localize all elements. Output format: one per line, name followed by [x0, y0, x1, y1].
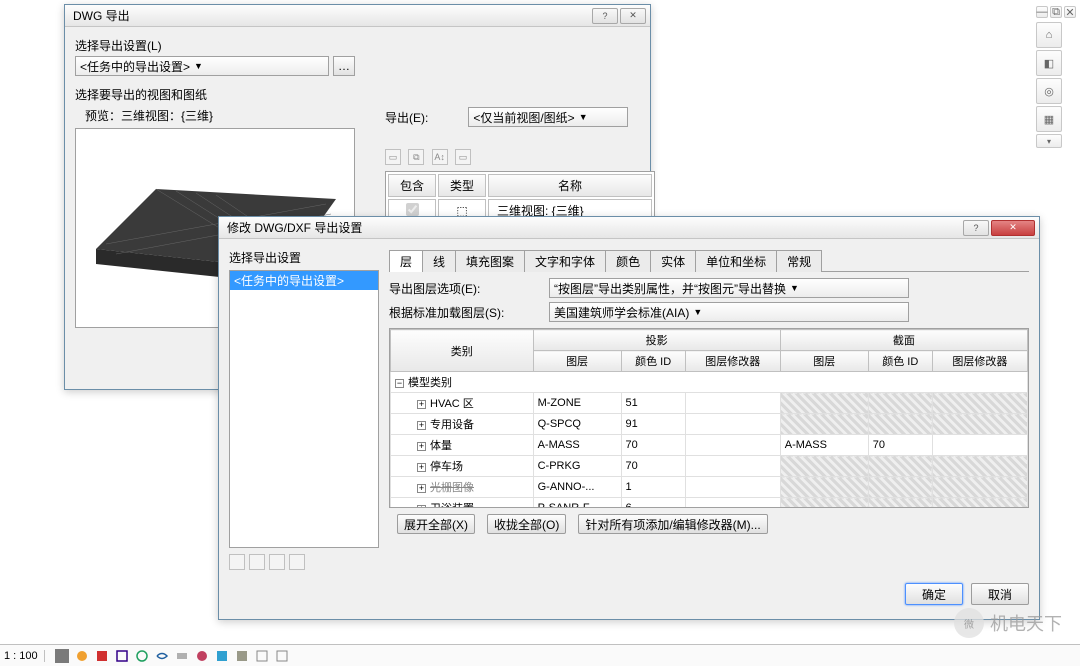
- graphic-display-icon[interactable]: [55, 649, 69, 663]
- crop-region-icon[interactable]: [135, 649, 149, 663]
- col-s-layer[interactable]: 图层: [780, 351, 868, 372]
- category-row[interactable]: +光栅图像G-ANNO-...1: [391, 477, 1028, 498]
- category-row[interactable]: +专用设备Q-SPCQ91: [391, 414, 1028, 435]
- standard-label: 根据标准加载图层(S):: [389, 304, 549, 321]
- new-set-icon[interactable]: ▭: [385, 149, 401, 165]
- chevron-down-icon: ▼: [579, 112, 588, 122]
- steering-wheel-icon[interactable]: ◎: [1036, 78, 1062, 104]
- ok-button[interactable]: 确定: [905, 583, 963, 605]
- tabs: 层 线 填充图案 文字和字体 颜色 实体 单位和坐标 常规: [389, 249, 1029, 272]
- layer-options-label: 导出图层选项(E):: [389, 280, 549, 297]
- colgroup-section[interactable]: 截面: [780, 330, 1027, 351]
- colgroup-projection[interactable]: 投影: [533, 330, 780, 351]
- tab-layers[interactable]: 层: [389, 250, 423, 272]
- chevron-down-icon: ▼: [194, 61, 203, 71]
- delete-icon[interactable]: [289, 554, 305, 570]
- icon-generic-1[interactable]: [255, 649, 269, 663]
- tab-solids[interactable]: 实体: [650, 250, 696, 272]
- export-scope-combo[interactable]: <仅当前视图/图纸> ▼: [468, 107, 628, 127]
- visual-style-icon[interactable]: [235, 649, 249, 663]
- category-group-row[interactable]: −模型类别: [391, 372, 1028, 393]
- help-button[interactable]: ?: [592, 8, 618, 24]
- edit-settings-button[interactable]: …: [333, 56, 355, 76]
- tab-lines[interactable]: 线: [422, 250, 456, 272]
- close-button[interactable]: ✕: [991, 220, 1035, 236]
- tab-general[interactable]: 常规: [776, 250, 822, 272]
- uncheck-all-icon[interactable]: ▭: [455, 149, 471, 165]
- close-button[interactable]: ✕: [620, 8, 646, 24]
- reveal-hidden-icon[interactable]: [175, 649, 189, 663]
- status-bar: 1 : 100: [0, 644, 1080, 666]
- col-s-mod[interactable]: 图层修改器: [932, 351, 1027, 372]
- nav-arrow-icon[interactable]: ▾: [1036, 134, 1062, 148]
- col-p-layer[interactable]: 图层: [533, 351, 621, 372]
- settings-toolbar: [229, 554, 385, 570]
- category-table-container: 类别 投影 截面 图层 颜色 ID 图层修改器 图层 颜色 ID 图层修改器: [389, 328, 1029, 508]
- standard-value: 美国建筑师学会标准(AIA): [554, 304, 689, 321]
- category-row[interactable]: +卫浴装置P-SANR-F...6: [391, 498, 1028, 509]
- col-p-color[interactable]: 颜色 ID: [621, 351, 685, 372]
- view-scale[interactable]: 1 : 100: [4, 650, 45, 662]
- render-icon[interactable]: [215, 649, 229, 663]
- copy-icon[interactable]: [249, 554, 265, 570]
- standard-combo[interactable]: 美国建筑师学会标准(AIA) ▼: [549, 302, 909, 322]
- new-icon[interactable]: [229, 554, 245, 570]
- rename-icon[interactable]: [269, 554, 285, 570]
- restore-icon[interactable]: ⧉: [1050, 6, 1062, 18]
- watermark: 微 机电天下: [954, 608, 1062, 638]
- sun-path-icon[interactable]: [75, 649, 89, 663]
- export-scope-value: <仅当前视图/图纸>: [473, 109, 574, 126]
- category-row[interactable]: +HVAC 区M-ZONE51: [391, 393, 1028, 414]
- dialog-title: DWG 导出: [73, 7, 590, 24]
- cancel-button[interactable]: 取消: [971, 583, 1029, 605]
- shadows-icon[interactable]: [95, 649, 109, 663]
- check-all-icon[interactable]: A↕: [432, 149, 448, 165]
- nav-pane-icon[interactable]: ▦: [1036, 106, 1062, 132]
- icon-generic-2[interactable]: [275, 649, 289, 663]
- select-views-label: 选择要导出的视图和图纸: [75, 86, 640, 103]
- category-table[interactable]: 类别 投影 截面 图层 颜色 ID 图层修改器 图层 颜色 ID 图层修改器: [390, 329, 1028, 508]
- tab-units[interactable]: 单位和坐标: [695, 250, 777, 272]
- settings-list-item[interactable]: <任务中的导出设置>: [230, 271, 378, 290]
- col-include[interactable]: 包含: [388, 174, 436, 197]
- col-type[interactable]: 类型: [438, 174, 486, 197]
- viewcube-icon[interactable]: ◧: [1036, 50, 1062, 76]
- category-row[interactable]: +体量A-MASS70A-MASS70: [391, 435, 1028, 456]
- preview-caption: 预览：三维视图：{三维}: [85, 107, 355, 124]
- include-checkbox: [406, 203, 419, 216]
- col-category[interactable]: 类别: [391, 330, 534, 372]
- worksharing-icon[interactable]: [195, 649, 209, 663]
- export-settings-combo[interactable]: <任务中的导出设置> ▼: [75, 56, 329, 76]
- export-settings-label: 选择导出设置(L): [75, 37, 640, 54]
- temporary-hide-icon[interactable]: [155, 649, 169, 663]
- layer-options-value: “按图层”导出类别属性，并“按图元”导出替换: [554, 280, 786, 297]
- add-modifier-button[interactable]: 针对所有项添加/编辑修改器(M)...: [578, 514, 767, 534]
- watermark-logo-icon: 微: [954, 608, 984, 638]
- tab-fonts[interactable]: 文字和字体: [524, 250, 606, 272]
- viewcube-home-icon[interactable]: ⌂: [1036, 22, 1062, 48]
- crop-icon[interactable]: [115, 649, 129, 663]
- settings-list[interactable]: <任务中的导出设置>: [229, 270, 379, 548]
- help-button[interactable]: ?: [963, 220, 989, 236]
- col-s-color[interactable]: 颜色 ID: [868, 351, 932, 372]
- expand-all-button[interactable]: 展开全部(X): [397, 514, 475, 534]
- layer-options-combo[interactable]: “按图层”导出类别属性，并“按图元”导出替换 ▼: [549, 278, 909, 298]
- duplicate-set-icon[interactable]: ⧉: [408, 149, 424, 165]
- category-row[interactable]: +停车场C-PRKG70: [391, 456, 1028, 477]
- toggle-icon[interactable]: —: [1036, 6, 1048, 18]
- col-name[interactable]: 名称: [488, 174, 652, 197]
- tab-colors[interactable]: 颜色: [605, 250, 651, 272]
- export-settings-value: <任务中的导出设置>: [80, 58, 190, 75]
- tab-patterns[interactable]: 填充图案: [455, 250, 525, 272]
- left-section-label: 选择导出设置: [229, 249, 385, 266]
- col-p-mod[interactable]: 图层修改器: [685, 351, 780, 372]
- chevron-down-icon: ▼: [790, 283, 799, 293]
- export-label: 导出(E):: [385, 109, 428, 126]
- close-icon[interactable]: ✕: [1064, 6, 1076, 18]
- collapse-all-button[interactable]: 收拢全部(O): [487, 514, 566, 534]
- chevron-down-icon: ▼: [693, 307, 702, 317]
- watermark-text: 机电天下: [990, 610, 1062, 636]
- dialog-title: 修改 DWG/DXF 导出设置: [227, 219, 961, 236]
- modify-export-settings-dialog: 修改 DWG/DXF 导出设置 ? ✕ 选择导出设置 <任务中的导出设置> 层: [218, 216, 1040, 620]
